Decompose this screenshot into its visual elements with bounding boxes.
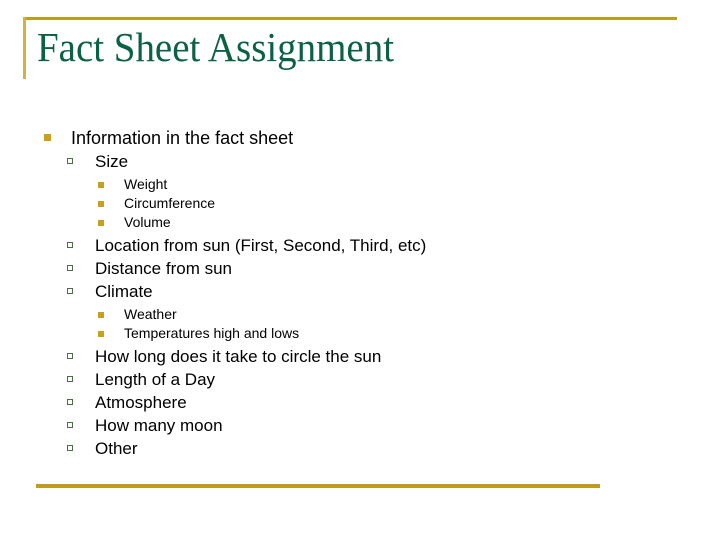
list-item[interactable]: Temperatures high and lows	[36, 324, 676, 343]
slide-canvas: Fact Sheet Assignment Information in the…	[0, 0, 720, 540]
bullet-square-hollow-icon	[67, 376, 73, 382]
list-item-label: Size	[95, 152, 129, 171]
list-item-label: Circumference	[124, 195, 216, 211]
bullet-square-small-icon	[98, 201, 104, 207]
bullet-square-hollow-icon	[67, 445, 73, 451]
outline-list: Information in the fact sheet Size Weigh…	[36, 126, 676, 460]
list-item-label: Other	[95, 439, 138, 458]
bullet-square-hollow-icon	[67, 288, 73, 294]
title-block: Fact Sheet Assignment	[23, 17, 677, 85]
page-title: Fact Sheet Assignment	[37, 24, 395, 70]
bullet-square-hollow-icon	[67, 422, 73, 428]
list-item[interactable]: Weight	[36, 175, 676, 194]
bottom-rule	[36, 484, 600, 488]
list-item[interactable]: How long does it take to circle the sun	[36, 345, 676, 368]
list-item-label: Distance from sun	[95, 259, 232, 278]
bullet-square-small-icon	[98, 331, 104, 337]
list-item-label: How long does it take to circle the sun	[95, 347, 382, 366]
list-item[interactable]: Distance from sun	[36, 257, 676, 280]
bullet-square-hollow-icon	[67, 242, 73, 248]
list-item[interactable]: Size	[36, 150, 676, 173]
list-item-label: How many moon	[95, 416, 223, 435]
list-item[interactable]: Volume	[36, 213, 676, 232]
list-item-label: Information in the fact sheet	[71, 128, 294, 148]
list-item-label: Climate	[95, 282, 153, 301]
bullet-square-hollow-icon	[67, 265, 73, 271]
list-item[interactable]: Location from sun (First, Second, Third,…	[36, 234, 676, 257]
list-item[interactable]: Information in the fact sheet	[36, 126, 676, 150]
list-item-label: Weather	[124, 306, 177, 322]
list-item[interactable]: How many moon	[36, 414, 676, 437]
bullet-square-filled-icon	[44, 134, 51, 141]
list-item[interactable]: Atmosphere	[36, 391, 676, 414]
bullet-square-small-icon	[98, 220, 104, 226]
list-item[interactable]: Length of a Day	[36, 368, 676, 391]
list-item[interactable]: Other	[36, 437, 676, 460]
bullet-square-hollow-icon	[67, 158, 73, 164]
bullet-square-hollow-icon	[67, 399, 73, 405]
list-item[interactable]: Weather	[36, 305, 676, 324]
bullet-square-small-icon	[98, 312, 104, 318]
bullet-square-small-icon	[98, 182, 104, 188]
list-item-label: Atmosphere	[95, 393, 187, 412]
list-item-label: Temperatures high and lows	[124, 325, 300, 341]
list-item[interactable]: Climate	[36, 280, 676, 303]
list-item-label: Volume	[124, 214, 171, 230]
title-left-rule	[23, 17, 26, 79]
list-item-label: Length of a Day	[95, 370, 216, 389]
bullet-square-hollow-icon	[67, 353, 73, 359]
list-item-label: Weight	[124, 176, 168, 192]
list-item-label: Location from sun (First, Second, Third,…	[95, 236, 427, 255]
list-item[interactable]: Circumference	[36, 194, 676, 213]
